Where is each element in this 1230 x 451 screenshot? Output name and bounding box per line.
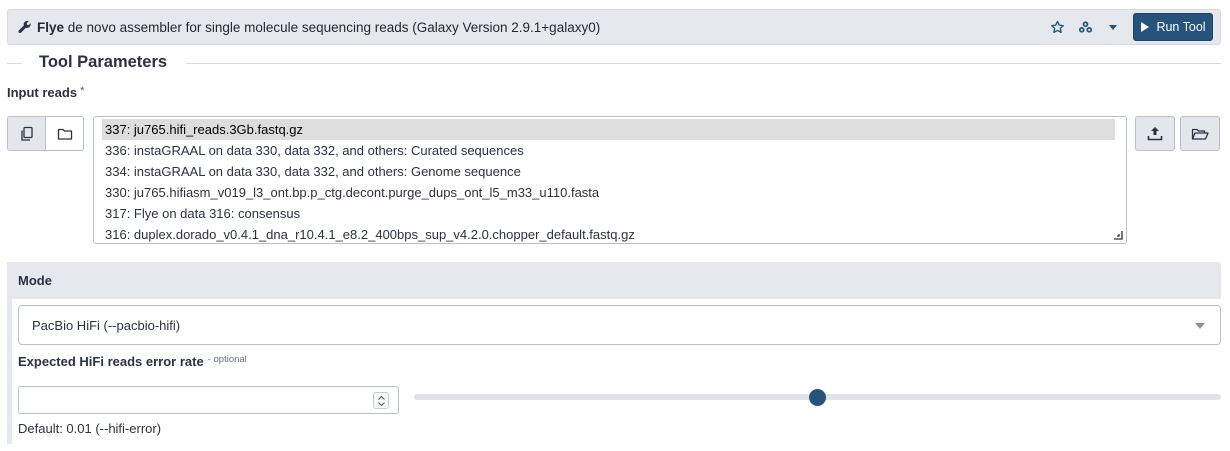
optional-tag: - optional (207, 354, 247, 365)
slider-handle[interactable] (809, 389, 826, 406)
mode-select-value: PacBio HiFi (--pacbio-hifi) (32, 318, 181, 333)
section-title: Tool Parameters (39, 53, 168, 71)
list-item[interactable]: 330: ju765.hifiasm_v019_l3_ont.bp.p_ctg.… (102, 182, 1115, 203)
input-mode-buttons (7, 116, 84, 151)
hifi-error-help: Default: 0.01 (--hifi-error) (18, 421, 162, 436)
run-tool-label: Run Tool (1156, 20, 1206, 34)
play-icon (1141, 22, 1150, 32)
browse-button[interactable] (1180, 116, 1220, 151)
mode-section-header (7, 262, 1221, 299)
multiple-datasets-button[interactable] (8, 117, 46, 150)
hifi-error-label: Expected HiFi reads error rate - optional (18, 354, 247, 369)
run-tool-button[interactable]: Run Tool (1133, 13, 1213, 41)
mode-select[interactable]: PacBio HiFi (--pacbio-hifi) (18, 305, 1221, 345)
list-item[interactable]: 316: duplex.dorado_v0.4.1_dna_r10.4.1_e8… (102, 224, 1115, 245)
mode-label: Mode (18, 273, 52, 288)
caret-down-icon[interactable] (1099, 13, 1127, 41)
list-item[interactable]: 336: instaGRAAL on data 330, data 332, a… (102, 140, 1115, 161)
list-item[interactable]: 337: ju765.hifi_reads.3Gb.fastq.gz (102, 119, 1115, 140)
tool-name: Flye (37, 19, 65, 35)
folder-open-icon (1191, 128, 1209, 140)
copy-icon (20, 126, 33, 141)
sitemap-icon[interactable] (1071, 13, 1099, 41)
divider (186, 63, 1221, 64)
tool-title: Flye de novo assembler for single molecu… (37, 20, 600, 35)
upload-button[interactable] (1135, 116, 1175, 151)
list-item[interactable]: 334: instaGRAAL on data 330, data 332, a… (102, 161, 1115, 182)
chevron-up-icon (377, 395, 385, 400)
folder-icon (57, 128, 72, 140)
wrench-icon (18, 20, 32, 34)
resize-handle-icon[interactable] (1113, 230, 1123, 240)
dataset-collection-button[interactable] (46, 117, 83, 150)
input-reads-select[interactable]: 337: ju765.hifi_reads.3Gb.fastq.gz 336: … (93, 116, 1127, 244)
star-icon[interactable] (1043, 13, 1071, 41)
chevron-down-icon (377, 401, 385, 406)
list-item[interactable]: 317: Flye on data 316: consensus (102, 203, 1115, 224)
tool-header: Flye de novo assembler for single molecu… (7, 9, 1221, 45)
divider (7, 63, 22, 64)
input-reads-label: Input reads * (7, 85, 85, 100)
required-marker: * (80, 85, 85, 97)
upload-icon (1147, 127, 1163, 141)
hifi-error-input[interactable] (18, 386, 399, 414)
chevron-down-icon (1195, 323, 1205, 329)
number-stepper[interactable] (373, 392, 389, 409)
tool-description: de novo assembler for single molecule se… (67, 19, 601, 35)
